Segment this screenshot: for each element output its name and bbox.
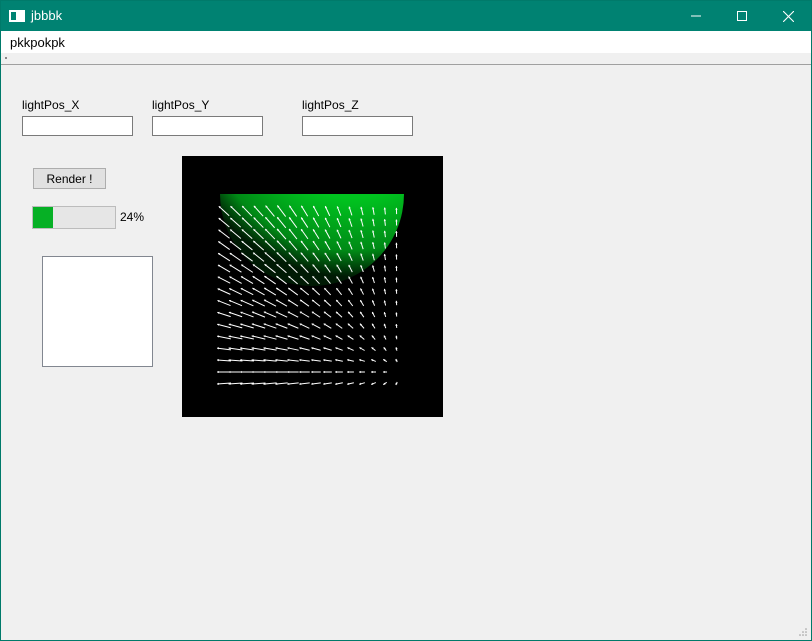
menu-item-pkkpokpk[interactable]: pkkpokpk	[10, 35, 65, 50]
maximize-icon	[737, 11, 747, 21]
progress-percent: 24%	[120, 210, 145, 224]
light-pos-y-label: lightPos_Y	[152, 98, 210, 112]
close-icon	[782, 10, 794, 22]
render-view	[182, 156, 443, 417]
minimize-icon	[691, 15, 701, 17]
app-window-icon	[9, 10, 25, 22]
light-pos-y-input[interactable]	[152, 116, 263, 136]
light-pos-z-label: lightPos_Z	[302, 98, 359, 112]
toolbar-grip[interactable]	[5, 57, 7, 59]
render-canvas	[182, 156, 443, 417]
light-pos-x-input[interactable]	[22, 116, 133, 136]
minimize-button[interactable]	[673, 1, 719, 31]
resize-grip-icon[interactable]	[798, 627, 808, 637]
render-button[interactable]: Render !	[33, 168, 106, 189]
close-button[interactable]	[765, 1, 811, 31]
progress-fill	[33, 207, 53, 228]
app-window: jbbbk pkkpokpk lightPos_X lightPos_Y lig…	[0, 0, 812, 641]
light-pos-z-input[interactable]	[302, 116, 413, 136]
toolbar-area	[1, 53, 811, 65]
preview-box	[42, 256, 153, 367]
menu-bar: pkkpokpk	[1, 31, 811, 53]
light-pos-x-label: lightPos_X	[22, 98, 80, 112]
window-title: jbbbk	[31, 8, 63, 23]
title-bar[interactable]: jbbbk	[1, 1, 811, 31]
maximize-button[interactable]	[719, 1, 765, 31]
render-progress-bar	[32, 206, 116, 229]
